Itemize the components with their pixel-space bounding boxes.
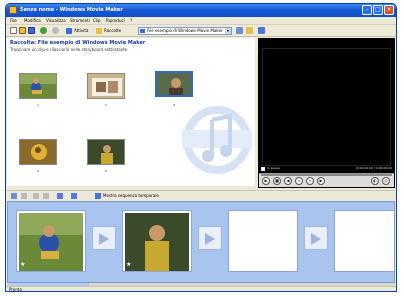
storyboard-frame-empty[interactable] [228,210,298,272]
clip-label: 3 [172,103,176,107]
audio-levels-icon[interactable] [21,193,27,199]
zoom-out-icon[interactable] [43,193,49,199]
menu-visualizza[interactable]: Visualizza [46,18,66,23]
tasks-icon [66,28,72,34]
clip-label: 2 [105,103,107,107]
forward-icon[interactable]: » [306,177,314,185]
playback-status: In pausa [267,166,280,170]
collection-title: Raccolta: File esempio di Windows Movie … [10,40,146,46]
up-folder-icon[interactable] [236,27,243,34]
main-toolbar: Attività Raccolte File esempio di Window… [6,25,396,37]
movie-maker-window: Senza nome - Windows Movie Maker – □ × F… [5,3,397,292]
preview-monitor: In pausa 0:00:00,00 / 0:00:00,00 ▶ ■ ◀ «… [258,38,395,188]
storyboard-frame[interactable]: ★ [122,210,192,272]
preview-screen [262,48,391,166]
effects-star-icon[interactable]: ★ [126,262,132,268]
monitor-status: In pausa 0:00:00,00 / 0:00:00,00 [259,166,394,172]
collections-button[interactable]: Raccolte [96,27,121,35]
transition-slot[interactable] [198,226,222,250]
window-title: Senza nome - Windows Movie Maker [20,7,123,13]
effects-star-icon[interactable]: ★ [20,262,26,268]
clip-item[interactable]: 5 [87,139,125,173]
menu-modifica[interactable]: Modifica [24,18,41,23]
transition-arrow-icon [311,233,321,245]
collections-label: Raccolte [104,28,122,33]
close-button[interactable]: × [384,5,394,15]
playback-controls: ▶ ■ ◀ « » ▶ ◐ ◎ [259,173,394,187]
snapshot-icon[interactable]: ◎ [382,177,390,185]
save-project-icon[interactable] [28,27,35,34]
play-icon[interactable]: ▶ [262,177,270,185]
status-bar: Pronto [6,286,396,292]
storyboard-toolbar: Mostra sequenza temporale [7,190,395,200]
storyboard-clip-image [19,213,83,271]
show-timeline-button[interactable]: Mostra sequenza temporale [95,192,159,200]
new-folder-icon[interactable] [246,27,253,34]
next-frame-icon[interactable]: ▶ [317,177,325,185]
tasks-label: Attività [74,28,89,33]
undo-icon[interactable] [40,27,47,34]
clip-item-selected[interactable]: 3 [155,71,193,107]
status-text: Pronto [9,287,22,292]
play-storyboard-icon[interactable] [71,193,77,199]
transition-arrow-icon [205,233,215,245]
split-icon [261,167,265,171]
menu-help[interactable]: ? [130,18,132,23]
narration-icon[interactable] [11,193,17,199]
chevron-down-icon: ▾ [225,28,231,34]
tasks-button[interactable]: Attività [66,27,88,35]
collection-select-value: File esempio di Windows Movie Maker [147,28,223,33]
clip-label: 5 [105,169,107,173]
collections-icon [96,28,102,34]
storyboard: ★ ★ [7,201,395,283]
clip-label: 4 [37,169,39,173]
transition-arrow-icon [99,233,109,245]
stop-icon[interactable]: ■ [273,177,281,185]
previous-frame-icon[interactable]: ◀ [284,177,292,185]
playback-time: 0:00:00,00 / 0:00:00,00 [356,166,392,170]
minimize-button[interactable]: – [362,5,372,15]
maximize-button[interactable]: □ [373,5,383,15]
transition-slot[interactable] [92,226,116,250]
clip-thumbnail [87,139,125,165]
folder-icon [140,29,145,33]
clip-thumbnail [155,71,193,97]
storyboard-frame[interactable]: ★ [16,210,86,272]
menu-file[interactable]: File [10,18,17,23]
timeline-icon [95,193,101,199]
clip-item[interactable]: 2 [87,73,125,107]
clip-thumbnail [19,139,57,165]
menu-bar: File Modifica Visualizza Strumenti Clip … [6,17,396,25]
views-icon[interactable] [258,27,265,34]
transition-slot[interactable] [304,226,328,250]
seek-bar[interactable] [261,174,392,176]
collection-pane: Raccolta: File esempio di Windows Movie … [7,38,255,186]
title-bar: Senza nome - Windows Movie Maker – □ × [6,4,396,17]
clip-item[interactable]: 1 [19,73,57,107]
collection-subtitle: Trascinare un clip e rilasciarlo nelle s… [10,47,129,52]
rewind-storyboard-icon[interactable] [57,193,63,199]
open-project-icon[interactable] [19,27,26,34]
menu-strumenti[interactable]: Strumenti [70,18,90,23]
menu-riproduci[interactable]: Riproduci [106,18,125,23]
film-music-watermark-icon [182,106,252,174]
clip-item[interactable]: 4 [19,139,57,173]
zoom-in-icon[interactable] [33,193,39,199]
show-timeline-label: Mostra sequenza temporale [103,193,159,198]
movie-maker-app-icon [9,6,17,14]
storyboard-frame-empty[interactable] [334,210,394,272]
redo-icon[interactable] [52,27,59,34]
rewind-icon[interactable]: « [295,177,303,185]
menu-clip[interactable]: Clip [93,18,101,23]
split-clip-icon[interactable]: ◐ [371,177,379,185]
clip-label: 1 [37,103,39,107]
collection-select[interactable]: File esempio di Windows Movie Maker ▾ [138,27,232,35]
storyboard-clip-image [125,213,189,271]
new-project-icon[interactable] [10,27,17,34]
clip-thumbnail [19,73,57,99]
clip-thumbnail [87,73,125,99]
